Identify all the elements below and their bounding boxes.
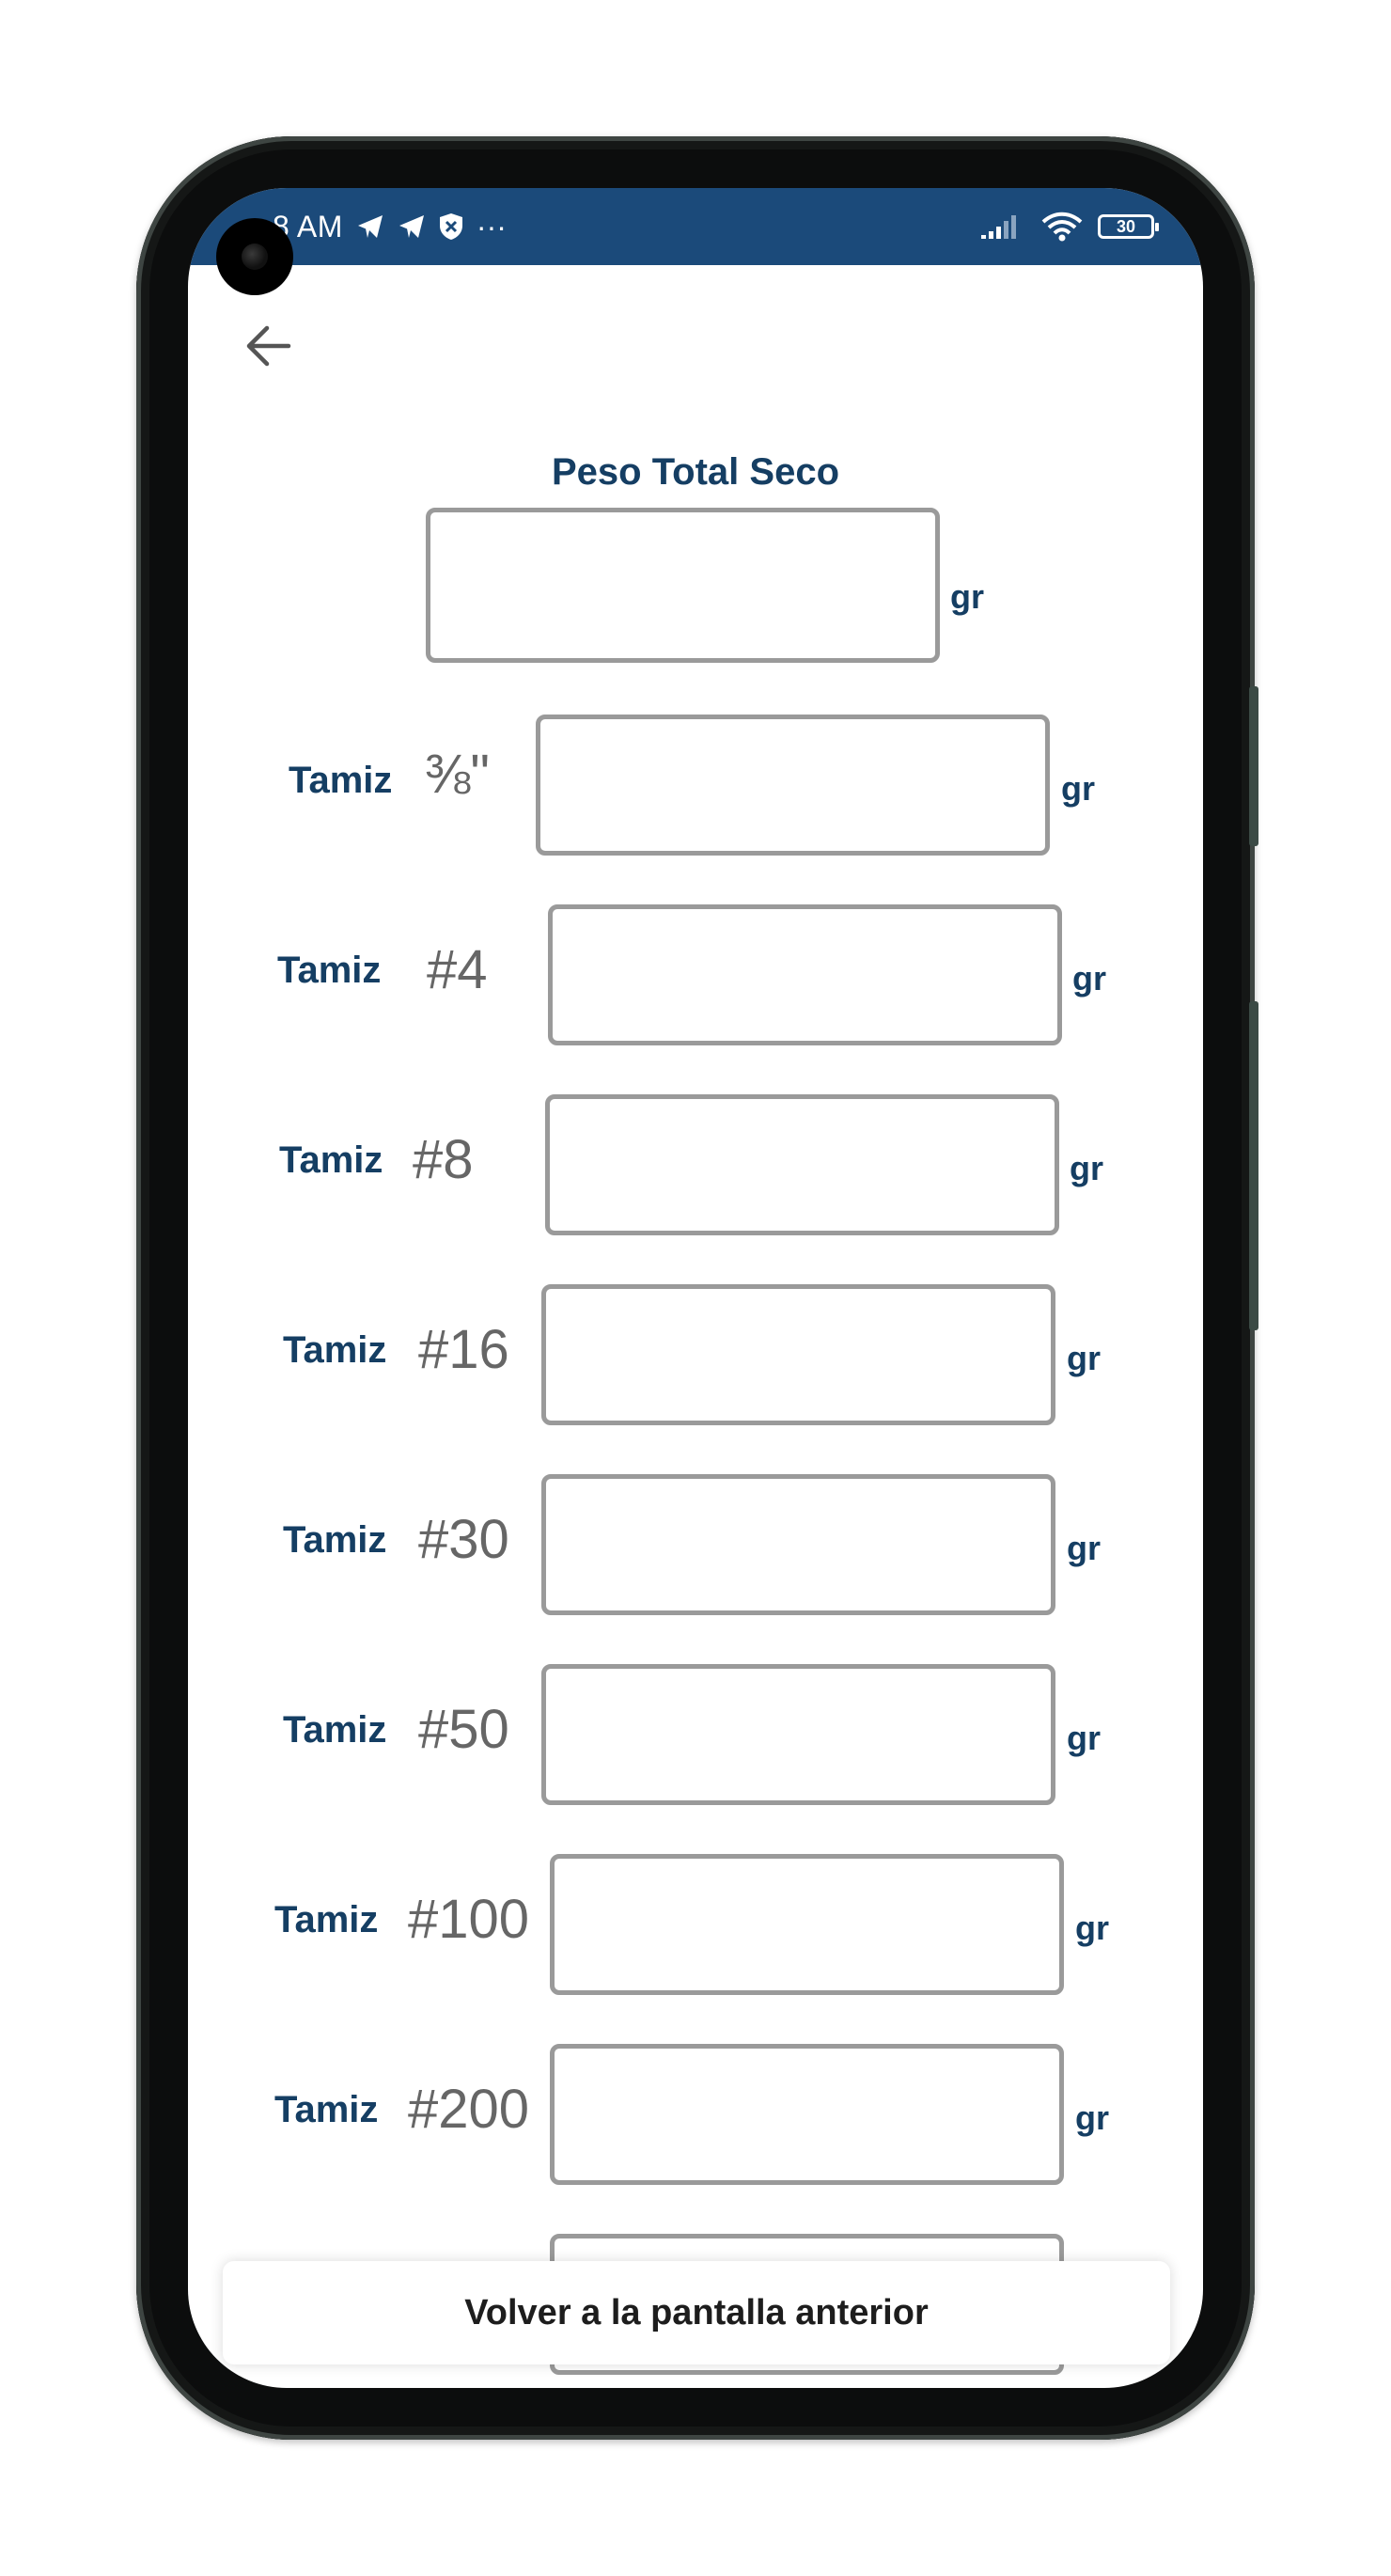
sieve-input-30[interactable]: [541, 1474, 1055, 1615]
sieve-input-8[interactable]: [545, 1094, 1059, 1235]
sieve-unit: gr: [1067, 1529, 1101, 1567]
back-arrow-button[interactable]: [237, 315, 299, 377]
sieve-unit: gr: [1067, 1339, 1101, 1377]
sieve-unit: gr: [1070, 1149, 1103, 1187]
total-weight-unit: gr: [950, 577, 984, 616]
front-camera: [216, 218, 293, 295]
sieve-label: Tamiz: [283, 1709, 387, 1751]
status-bar-right: 30: [979, 205, 1159, 248]
sieve-label: Tamiz: [274, 2089, 379, 2130]
sieve-label: Tamiz: [279, 1139, 383, 1181]
sieve-label: Tamiz: [283, 1519, 387, 1561]
total-weight-title: Peso Total Seco: [551, 451, 839, 493]
sieve-size-16: #16: [418, 1319, 509, 1380]
sieve-unit: gr: [1075, 1908, 1109, 1947]
telegram-icon: [356, 213, 384, 240]
sieve-input-200[interactable]: [550, 2044, 1064, 2185]
sieve-input-3-8[interactable]: [536, 715, 1050, 856]
status-bar: 8 AM ··· 30: [188, 188, 1203, 265]
sieve-size-100: #100: [408, 1889, 530, 1950]
sieve-size-30: #30: [418, 1509, 509, 1570]
sieve-label: Tamiz: [274, 1899, 379, 1940]
total-weight-input[interactable]: [426, 508, 940, 663]
sieve-label: Tamiz: [283, 1329, 387, 1371]
sieve-unit: gr: [1067, 1719, 1101, 1757]
sieve-unit: gr: [1075, 2098, 1109, 2137]
arrow-left-icon: [246, 325, 291, 367]
sieve-size-50: #50: [418, 1699, 509, 1760]
sieve-size-200: #200: [408, 2079, 530, 2140]
sieve-input-16[interactable]: [541, 1284, 1055, 1425]
sieve-input-50[interactable]: [541, 1664, 1055, 1805]
sieve-size-4: #4: [427, 939, 488, 1000]
battery-icon: 30: [1098, 214, 1159, 239]
sieve-input-4[interactable]: [548, 904, 1062, 1045]
sieve-label: Tamiz: [289, 760, 393, 801]
sieve-unit: gr: [1072, 959, 1106, 997]
signal-icon: [979, 212, 1026, 241]
status-bar-left: 8 AM ···: [273, 205, 507, 248]
phone-screen: 8 AM ··· 30 Peso Total Seco gr Tamiz ⅜" …: [188, 188, 1203, 2388]
more-notifications-icon: ···: [476, 209, 507, 243]
wifi-icon: [1041, 212, 1083, 242]
shield-icon: [439, 212, 463, 241]
back-to-previous-screen-button[interactable]: Volver a la pantalla anterior: [223, 2261, 1170, 2364]
sieve-label: Tamiz: [277, 950, 382, 991]
volume-button: [1249, 1001, 1258, 1330]
sieve-input-100[interactable]: [550, 1854, 1064, 1995]
power-button: [1249, 686, 1258, 846]
sieve-unit: gr: [1061, 769, 1095, 808]
sieve-size-8: #8: [413, 1129, 474, 1190]
sieve-size-3-8: ⅜": [425, 744, 490, 805]
telegram-icon: [398, 213, 426, 240]
